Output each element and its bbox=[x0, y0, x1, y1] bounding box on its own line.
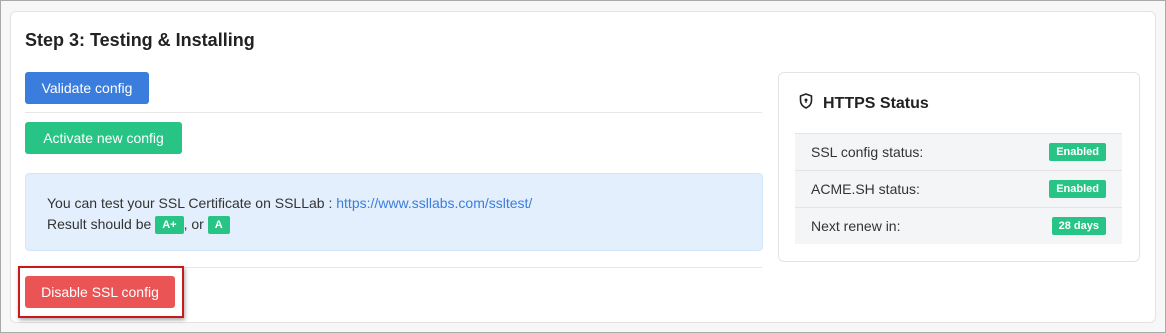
result-text: Result should be bbox=[47, 216, 156, 232]
step-card: Step 3: Testing & Installing Validate co… bbox=[10, 11, 1156, 323]
status-row: ACME.SH status: Enabled bbox=[795, 170, 1122, 207]
status-label: ACME.SH status: bbox=[811, 181, 920, 197]
https-status-title: HTTPS Status bbox=[823, 94, 929, 112]
status-badge: Enabled bbox=[1049, 180, 1106, 198]
status-badge: Enabled bbox=[1049, 143, 1106, 161]
status-label: SSL config status: bbox=[811, 144, 924, 160]
status-row: SSL config status: Enabled bbox=[795, 133, 1122, 170]
status-row: Next renew in: 28 days bbox=[795, 207, 1122, 244]
alert-line-2: Result should be A+, or A bbox=[47, 214, 741, 235]
separator-text: , or bbox=[183, 216, 204, 232]
status-table: SSL config status: Enabled ACME.SH statu… bbox=[795, 133, 1122, 244]
status-badge: 28 days bbox=[1051, 217, 1106, 235]
ssl-test-alert: You can test your SSL Certificate on SSL… bbox=[25, 173, 763, 251]
https-status-header: HTTPS Status bbox=[799, 93, 929, 114]
ssllabs-link[interactable]: https://www.ssllabs.com/ssltest/ bbox=[336, 195, 532, 211]
alert-line-1: You can test your SSL Certificate on SSL… bbox=[47, 193, 741, 214]
divider bbox=[25, 112, 762, 113]
validate-config-button[interactable]: Validate config bbox=[25, 72, 149, 104]
status-label: Next renew in: bbox=[811, 218, 901, 234]
step-title: Step 3: Testing & Installing bbox=[25, 30, 255, 50]
shield-icon bbox=[799, 93, 813, 114]
grade-a-badge: A bbox=[207, 216, 230, 235]
window-frame: Step 3: Testing & Installing Validate co… bbox=[0, 0, 1166, 333]
activate-config-button[interactable]: Activate new config bbox=[25, 122, 182, 154]
alert-text: You can test your SSL Certificate on SSL… bbox=[47, 195, 337, 211]
disable-ssl-button[interactable]: Disable SSL config bbox=[25, 276, 175, 308]
https-status-card: HTTPS Status SSL config status: Enabled … bbox=[778, 72, 1140, 262]
grade-a-plus-badge: A+ bbox=[155, 216, 184, 235]
